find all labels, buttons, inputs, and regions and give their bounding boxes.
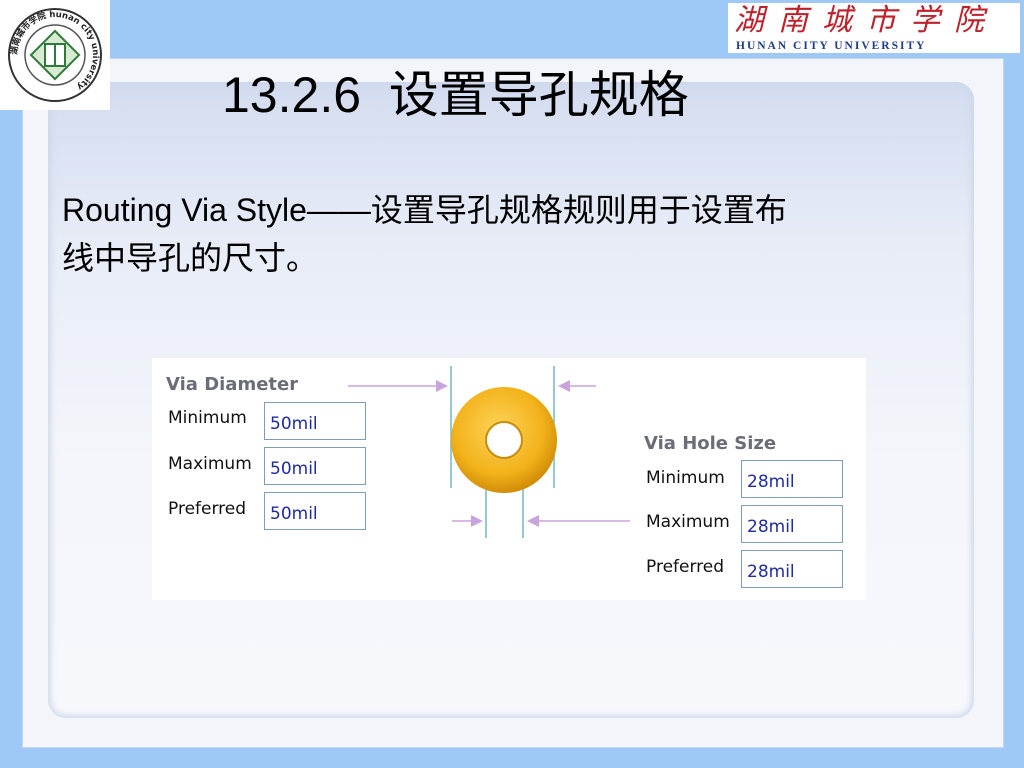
body-line-2: 线中导孔的尺寸。 bbox=[62, 240, 319, 276]
via-diameter-preferred-label: Preferred bbox=[168, 499, 247, 519]
hole-arrow-right-icon bbox=[452, 515, 483, 527]
via-pad-icon bbox=[451, 387, 557, 493]
slide-body: Routing Via Style——设置导孔规格规则用于设置布 线中导孔的尺寸… bbox=[62, 186, 962, 282]
via-diameter-maximum-input[interactable] bbox=[264, 447, 366, 485]
via-hole-preferred-input[interactable] bbox=[741, 550, 843, 588]
university-banner: 湖南城市学院 HUNAN CITY UNIVERSITY bbox=[728, 3, 1020, 53]
via-hole-maximum-input[interactable] bbox=[741, 505, 843, 543]
banner-english-name: HUNAN CITY UNIVERSITY bbox=[736, 40, 927, 52]
via-style-dialog: Via Diameter Minimum Maximum Preferred V… bbox=[152, 358, 866, 600]
via-hole-minimum-label: Minimum bbox=[646, 468, 725, 488]
via-hole-size-title: Via Hole Size bbox=[644, 433, 777, 454]
diameter-arrow-left-icon bbox=[558, 380, 596, 392]
diameter-arrow-right-icon bbox=[348, 380, 448, 392]
via-diameter-preferred-input[interactable] bbox=[264, 492, 366, 530]
via-hole-maximum-label: Maximum bbox=[646, 512, 730, 532]
via-diameter-title: Via Diameter bbox=[166, 374, 299, 395]
university-emblem-icon: 湖南城市学院 hunan city university bbox=[8, 8, 102, 102]
via-diameter-minimum-input[interactable] bbox=[264, 402, 366, 440]
hole-arrow-left-icon bbox=[527, 515, 630, 527]
via-diameter-minimum-label: Minimum bbox=[168, 408, 247, 428]
via-hole-minimum-input[interactable] bbox=[741, 460, 843, 498]
via-diameter-maximum-label: Maximum bbox=[168, 454, 252, 474]
via-hole-preferred-label: Preferred bbox=[646, 557, 725, 577]
university-logo: 湖南城市学院 hunan city university bbox=[0, 0, 110, 110]
banner-chinese-name: 湖南城市学院 bbox=[734, 3, 998, 38]
slide-title: 13.2.6 设置导孔规格 bbox=[222, 67, 689, 123]
body-line-1: Routing Via Style——设置导孔规格规则用于设置布 bbox=[62, 192, 787, 228]
